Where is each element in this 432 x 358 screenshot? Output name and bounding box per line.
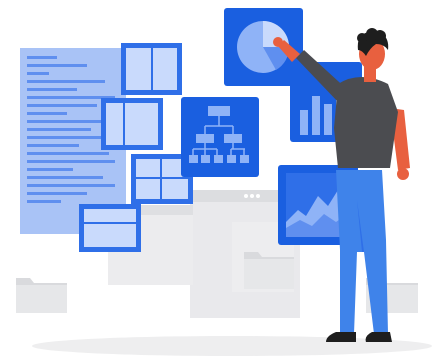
illustration-scene bbox=[0, 0, 432, 358]
org-chart-icon bbox=[181, 97, 259, 177]
layout-panel-icon bbox=[121, 43, 182, 95]
layout-panel-icon bbox=[79, 204, 141, 252]
folder-icon bbox=[16, 278, 67, 313]
folder-icon bbox=[244, 252, 294, 289]
layout-panel-icon bbox=[101, 98, 163, 150]
